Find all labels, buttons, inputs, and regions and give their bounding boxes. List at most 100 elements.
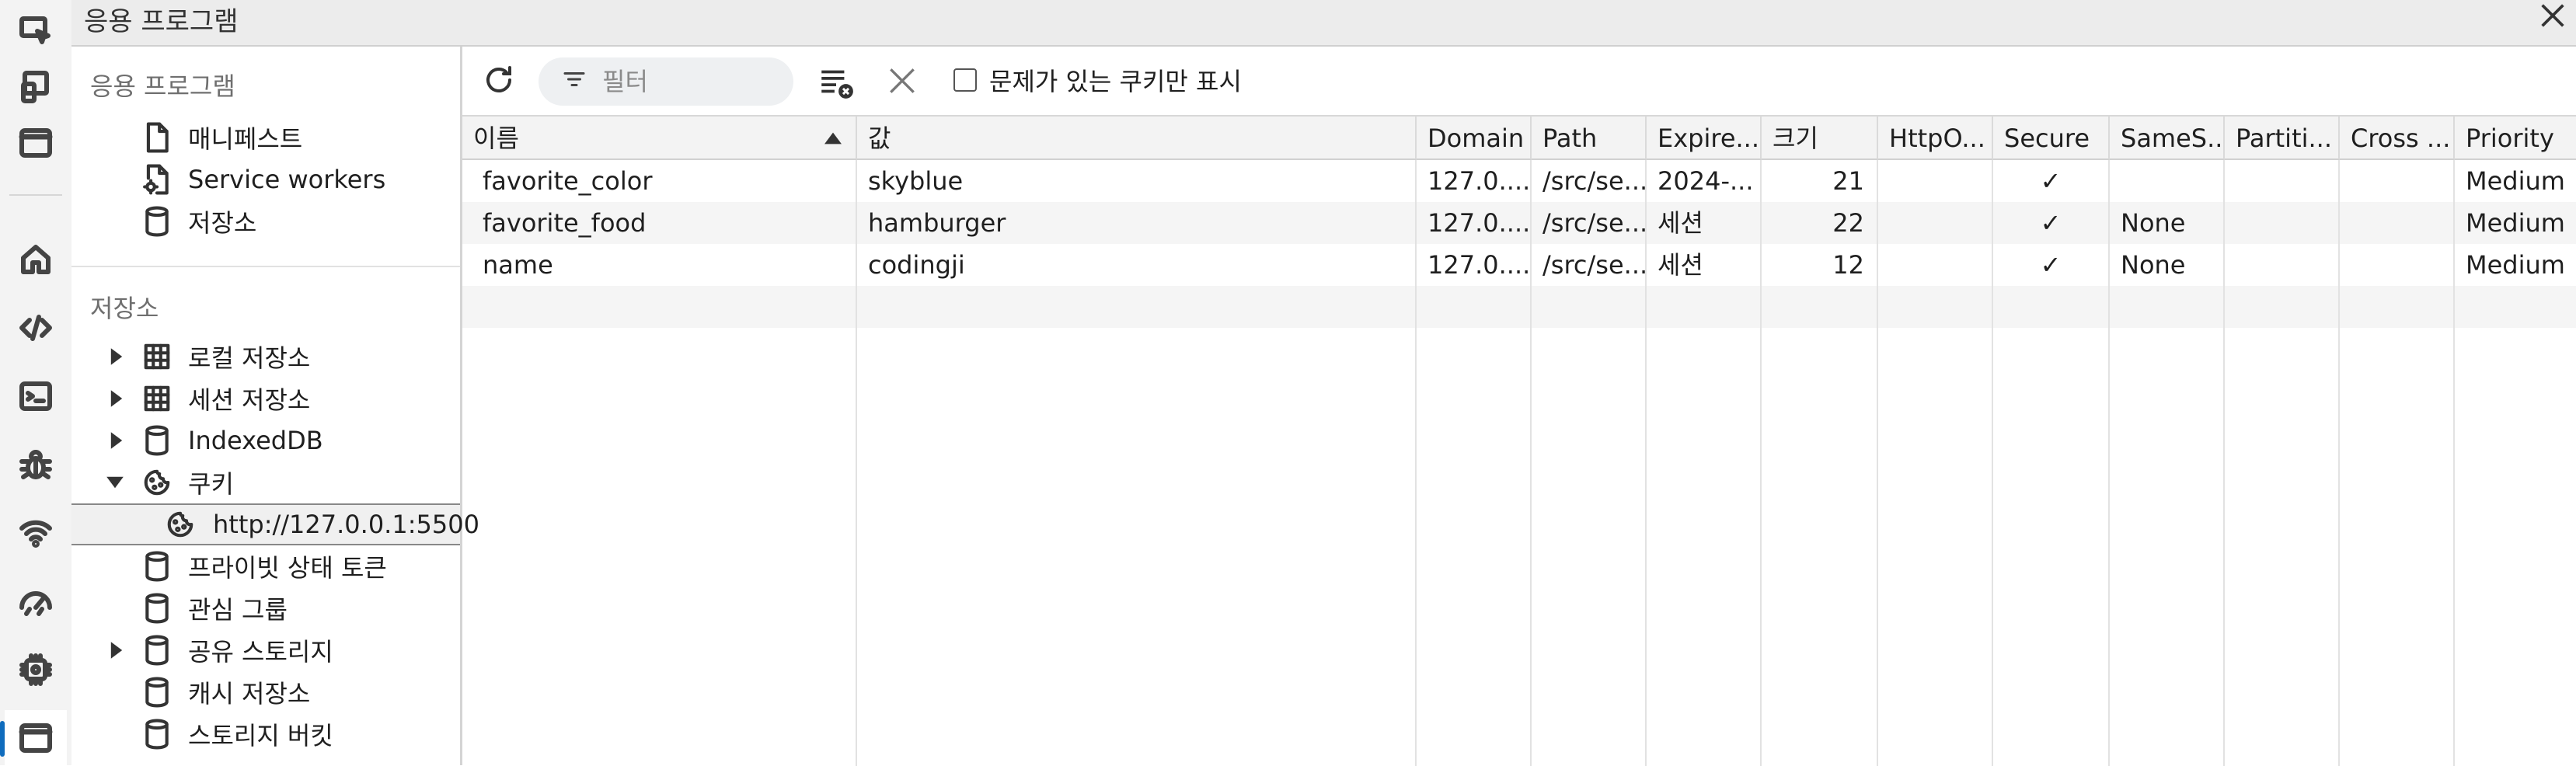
column-header-expires[interactable]: Expire...	[1647, 117, 1762, 160]
section-header-application: 응용 프로그램	[90, 71, 235, 101]
cell-partition-key	[2225, 244, 2338, 286]
sidebar-item-session-storage[interactable]: 세션 저장소	[71, 378, 460, 420]
panel-title: 응용 프로그램	[84, 6, 239, 37]
sort-ascending-icon	[824, 132, 842, 144]
column-header-partition-key[interactable]: Partiti...	[2225, 117, 2340, 160]
database-icon	[141, 675, 173, 709]
cell-path: /src/se...	[1542, 208, 1645, 238]
column-header-secure[interactable]: Secure	[1993, 117, 2110, 160]
sidebar-item-label: 쿠키	[188, 469, 234, 499]
database-icon	[141, 633, 173, 667]
cell-httponly	[1878, 202, 1992, 244]
cell-path: /src/se...	[1542, 166, 1645, 196]
cell-httponly	[1878, 160, 1992, 202]
cookie-icon	[141, 465, 173, 500]
database-icon	[141, 423, 173, 458]
sidebar-item-service-workers[interactable]: Service workers	[71, 158, 460, 200]
sidebar-item-private-state-tokens[interactable]: 프라이빗 상태 토큰	[71, 545, 460, 587]
debugger-bug-icon[interactable]	[5, 437, 67, 493]
sidebar-item-cookie-origin[interactable]: http://127.0.0.1:5500	[71, 503, 479, 545]
browser-window-icon[interactable]	[5, 115, 67, 171]
filter-icon	[560, 65, 588, 96]
sidebar-item-interest-groups[interactable]: 관심 그룹	[71, 587, 460, 629]
column-header-value[interactable]: 값	[857, 117, 1417, 160]
cookies-toolbar: 필터 문제가 있는 쿠키만 표시	[462, 47, 2576, 117]
cell-cross-site	[2340, 160, 2453, 202]
column-header-size[interactable]: 크기	[1762, 117, 1878, 160]
panel-title-bar	[71, 0, 2576, 47]
column-header-label: 이름	[473, 124, 519, 153]
cell-value: skyblue	[868, 166, 964, 196]
cell-value: hamburger	[868, 208, 1006, 238]
cell-secure: ✓	[2040, 250, 2062, 280]
column-header-name[interactable]: 이름	[462, 117, 857, 160]
sidebar-item-local-storage[interactable]: 로컬 저장소	[71, 336, 460, 378]
section-header-storage: 저장소	[90, 294, 159, 323]
only-issues-checkbox[interactable]	[953, 68, 977, 92]
sidebar-item-shared-storage[interactable]: 공유 스토리지	[71, 629, 460, 671]
cell-expires: 세션	[1657, 208, 1703, 238]
cell-secure: ✓	[2040, 208, 2062, 238]
database-icon	[141, 549, 173, 583]
refresh-icon[interactable]	[478, 59, 520, 101]
sidebar-item-label: 저장소	[188, 208, 257, 238]
expand-arrow-icon[interactable]	[107, 347, 126, 366]
sidebar-item-label: Service workers	[188, 165, 386, 194]
sidebar-item-storage-buckets[interactable]: 스토리지 버킷	[71, 713, 460, 755]
column-header-path[interactable]: Path	[1532, 117, 1647, 160]
cookie-icon	[165, 507, 196, 541]
cell-domain: 127.0....	[1427, 208, 1530, 238]
sidebar-item-manifest[interactable]: 매니페스트	[71, 117, 460, 158]
only-issues-label: 문제가 있는 쿠키만 표시	[989, 67, 1242, 96]
inspect-element-icon[interactable]	[5, 3, 67, 59]
collapse-arrow-icon[interactable]	[106, 473, 124, 492]
console-icon[interactable]	[5, 368, 67, 424]
cell-cross-site	[2340, 244, 2453, 286]
sidebar-item-label: 캐시 저장소	[188, 679, 311, 709]
database-icon	[141, 204, 173, 239]
cell-priority: Medium	[2466, 166, 2565, 196]
sidebar-item-cookies[interactable]: 쿠키	[71, 461, 460, 503]
expand-arrow-icon[interactable]	[107, 431, 126, 450]
cell-name: name	[483, 250, 553, 280]
column-header-httponly[interactable]: HttpO...	[1878, 117, 1993, 160]
table-row-empty	[462, 286, 2576, 328]
cell-size: 21	[1832, 166, 1864, 196]
performance-gauge-icon[interactable]	[5, 573, 67, 629]
sidebar-item-label: 스토리지 버킷	[188, 721, 333, 750]
memory-chip-icon[interactable]	[5, 642, 67, 698]
network-wifi-icon[interactable]	[5, 505, 67, 561]
cell-partition-key	[2225, 202, 2338, 244]
cell-size: 12	[1832, 250, 1864, 280]
cookies-table: 이름 값 Domain Path Expire... 크기 HttpO... S…	[462, 117, 2576, 766]
column-header-cross-site[interactable]: Cross ...	[2340, 117, 2455, 160]
sidebar-item-cache-storage[interactable]: 캐시 저장소	[71, 671, 460, 713]
grid-icon	[141, 339, 173, 374]
device-emulation-icon[interactable]	[5, 59, 67, 115]
grid-icon	[141, 381, 173, 416]
elements-icon[interactable]	[5, 300, 67, 356]
expand-arrow-icon[interactable]	[107, 389, 126, 408]
column-header-domain[interactable]: Domain	[1417, 117, 1532, 160]
activity-bar	[0, 0, 71, 766]
sidebar-item-label: 로컬 저장소	[188, 343, 311, 373]
cell-name: favorite_food	[483, 208, 647, 238]
cell-partition-key	[2225, 160, 2338, 202]
sidebar-item-label: 매니페스트	[188, 124, 303, 154]
column-header-samesite[interactable]: SameS...	[2110, 117, 2225, 160]
document-icon	[141, 120, 173, 155]
database-icon	[141, 591, 173, 625]
application-panel-icon[interactable]	[0, 710, 67, 766]
delete-selected-icon[interactable]	[885, 64, 919, 101]
sidebar-item-label: 세션 저장소	[188, 385, 311, 415]
home-icon[interactable]	[5, 232, 67, 287]
filter-placeholder: 필터	[602, 67, 648, 96]
column-header-priority[interactable]: Priority	[2455, 117, 2576, 160]
sidebar-item-storage[interactable]: 저장소	[71, 200, 460, 242]
clear-all-cookies-icon[interactable]	[817, 62, 856, 104]
sidebar-item-indexeddb[interactable]: IndexedDB	[71, 420, 460, 461]
cell-name: favorite_color	[483, 166, 653, 196]
expand-arrow-icon[interactable]	[107, 641, 126, 660]
close-icon[interactable]	[2529, 0, 2576, 31]
cell-samesite: None	[2121, 250, 2186, 280]
